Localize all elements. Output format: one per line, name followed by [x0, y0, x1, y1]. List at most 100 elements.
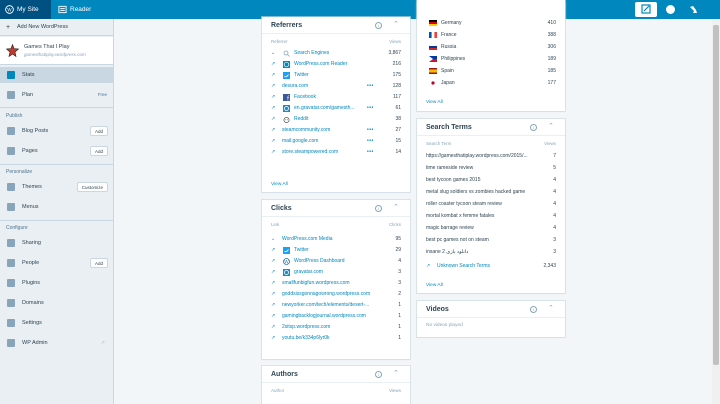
table-row[interactable]: ↗ gamingbacklogjournal.wordpress.com 1	[262, 311, 410, 322]
sidebar-item-plugins[interactable]: Plugins	[0, 275, 113, 291]
row-label[interactable]: WordPress Dashboard	[294, 256, 384, 267]
info-icon[interactable]: i	[375, 371, 382, 378]
row-label[interactable]: Search Engines	[294, 48, 364, 59]
row-label[interactable]: Facebook	[294, 92, 364, 103]
avatar[interactable]	[666, 5, 675, 14]
sidebar-item-pages[interactable]: Pages Add	[0, 143, 113, 159]
add-people-button[interactable]: Add	[89, 258, 108, 268]
external-link-icon[interactable]: ↗	[271, 136, 279, 147]
my-site-button[interactable]: W My Site	[0, 0, 51, 19]
sidebar-item-stats[interactable]: Stats	[0, 67, 113, 83]
chevron-up-icon[interactable]: ⌃	[393, 370, 399, 377]
chevron-down-icon[interactable]: ⌄	[271, 234, 279, 245]
view-all-link[interactable]: View All	[271, 182, 288, 187]
table-row[interactable]: ↗ goddsissgonnagowrong.wordpress.com 2	[262, 289, 410, 300]
row-label[interactable]: en.gravatar.com/gamesth...	[294, 103, 364, 114]
info-icon[interactable]: i	[375, 22, 382, 29]
add-post-button[interactable]: Add	[89, 126, 108, 136]
reader-button[interactable]: Reader	[53, 0, 93, 19]
external-link-icon[interactable]: ↗	[271, 311, 279, 322]
external-link-icon[interactable]: ↗	[271, 256, 279, 267]
sidebar-item-domains[interactable]: Domains	[0, 295, 113, 311]
table-row[interactable]: ↗ newyorker.com/tech/elements/desert-... 1	[262, 300, 410, 311]
view-all-link[interactable]: View All	[426, 283, 443, 288]
table-row[interactable]: ↗ Reddit 38	[262, 114, 410, 125]
table-row[interactable]: ↗ WordPress.com Reader 216	[262, 59, 410, 70]
row-label[interactable]: Twitter	[294, 70, 364, 81]
table-row[interactable]: ↗ 2sitsp.wordpress.com 1	[262, 322, 410, 333]
table-row[interactable]: ↗ gravatar.com 3	[262, 267, 410, 278]
external-link-icon[interactable]: ↗	[271, 147, 279, 158]
row-label[interactable]: gamingbacklogjournal.wordpress.com	[282, 311, 392, 322]
sidebar-item-settings[interactable]: Settings	[0, 315, 113, 331]
row-label[interactable]: 2sitsp.wordpress.com	[282, 322, 392, 333]
row-label[interactable]: Unknown Search Terms	[437, 261, 537, 272]
external-link-icon[interactable]: ↗	[271, 114, 279, 125]
more-icon[interactable]: •••	[367, 81, 374, 92]
row-label[interactable]: Twitter	[294, 245, 384, 256]
table-row[interactable]: ↗ Twitter 175	[262, 70, 410, 81]
row-label[interactable]: newyorker.com/tech/elements/desert-...	[282, 300, 392, 311]
more-icon[interactable]: •••	[367, 136, 374, 147]
row-label[interactable]: steamcommunity.com	[282, 125, 362, 136]
scrollbar[interactable]	[712, 19, 720, 404]
sidebar-item-sharing[interactable]: Sharing	[0, 235, 113, 251]
chevron-up-icon[interactable]: ⌃	[393, 21, 399, 28]
sidebar-item-blog-posts[interactable]: Blog Posts Add	[0, 123, 113, 139]
external-link-icon[interactable]: ↗	[271, 245, 279, 256]
external-link-icon[interactable]: ↗	[271, 70, 279, 81]
external-link-icon[interactable]: ↗	[271, 267, 279, 278]
row-label[interactable]: Reddit	[294, 114, 364, 125]
info-icon[interactable]: i	[375, 205, 382, 212]
table-row[interactable]: ↗ mail.google.com ••• 15	[262, 136, 410, 147]
sidebar-item-wp-admin[interactable]: WP Admin ↗	[0, 335, 113, 351]
sidebar-item-plan[interactable]: Plan Free	[0, 87, 113, 103]
chevron-up-icon[interactable]: ⌃	[393, 204, 399, 211]
view-all-link[interactable]: View All	[426, 100, 443, 105]
external-link-icon[interactable]: ↗	[271, 322, 279, 333]
table-row[interactable]: ⌄ Search Engines 3,867	[262, 48, 410, 59]
notifications-icon[interactable]	[688, 4, 699, 15]
scrollbar-thumb[interactable]	[713, 25, 719, 365]
external-link-icon[interactable]: ↗	[271, 333, 279, 344]
row-label[interactable]: WordPress.com Media	[282, 234, 382, 245]
more-icon[interactable]: •••	[367, 147, 374, 158]
table-row[interactable]: ↗ W WordPress Dashboard 4	[262, 256, 410, 267]
row-label[interactable]: goddsissgonnagowrong.wordpress.com	[282, 289, 392, 300]
external-link-icon[interactable]: ↗	[271, 278, 279, 289]
table-row[interactable]: ↗ desura.com ••• 128	[262, 81, 410, 92]
chevron-down-icon[interactable]: ⌄	[271, 48, 279, 59]
table-row[interactable]: ↗ steamcommunity.com ••• 27	[262, 125, 410, 136]
table-row[interactable]: ↗ youtu.be/k334p6lyr0k 1	[262, 333, 410, 344]
table-row[interactable]: ↗ en.gravatar.com/gamesth... ••• 61	[262, 103, 410, 114]
add-page-button[interactable]: Add	[89, 146, 108, 156]
row-label[interactable]: gravatar.com	[294, 267, 384, 278]
external-link-icon[interactable]: ↗	[271, 289, 279, 300]
write-button[interactable]	[635, 2, 657, 17]
row-label[interactable]: mail.google.com	[282, 136, 362, 147]
chevron-up-icon[interactable]: ⌃	[548, 305, 554, 312]
more-icon[interactable]: •••	[367, 103, 374, 114]
row-label[interactable]: smallfunbigfun.wordpress.com	[282, 278, 392, 289]
external-link-icon[interactable]: ↗	[271, 81, 279, 92]
row-label[interactable]: store.steampowered.com	[282, 147, 362, 158]
external-link-icon[interactable]: ↗	[426, 261, 434, 272]
external-link-icon[interactable]: ↗	[271, 59, 279, 70]
table-row[interactable]: ⌄ WordPress.com Media 95	[262, 234, 410, 245]
external-link-icon[interactable]: ↗	[271, 92, 279, 103]
row-label[interactable]: youtu.be/k334p6lyr0k	[282, 333, 392, 344]
table-row[interactable]: ↗ Twitter 29	[262, 245, 410, 256]
sidebar-item-menus[interactable]: Menus	[0, 199, 113, 215]
info-icon[interactable]: i	[530, 124, 537, 131]
table-row[interactable]: ↗ smallfunbigfun.wordpress.com 3	[262, 278, 410, 289]
more-icon[interactable]: •••	[367, 125, 374, 136]
table-row[interactable]: ↗ Unknown Search Terms 2,343	[417, 261, 565, 272]
row-label[interactable]: WordPress.com Reader	[294, 59, 364, 70]
row-label[interactable]: desura.com	[282, 81, 362, 92]
table-row[interactable]: ↗ store.steampowered.com ••• 14	[262, 147, 410, 158]
site-card[interactable]: Games That I Play gamesthatiplay.wordpre…	[0, 37, 113, 65]
external-link-icon[interactable]: ↗	[271, 300, 279, 311]
sidebar-item-themes[interactable]: Themes Customize	[0, 179, 113, 195]
external-link-icon[interactable]: ↗	[271, 103, 279, 114]
add-new-wordpress[interactable]: + Add New WordPress	[0, 19, 113, 36]
